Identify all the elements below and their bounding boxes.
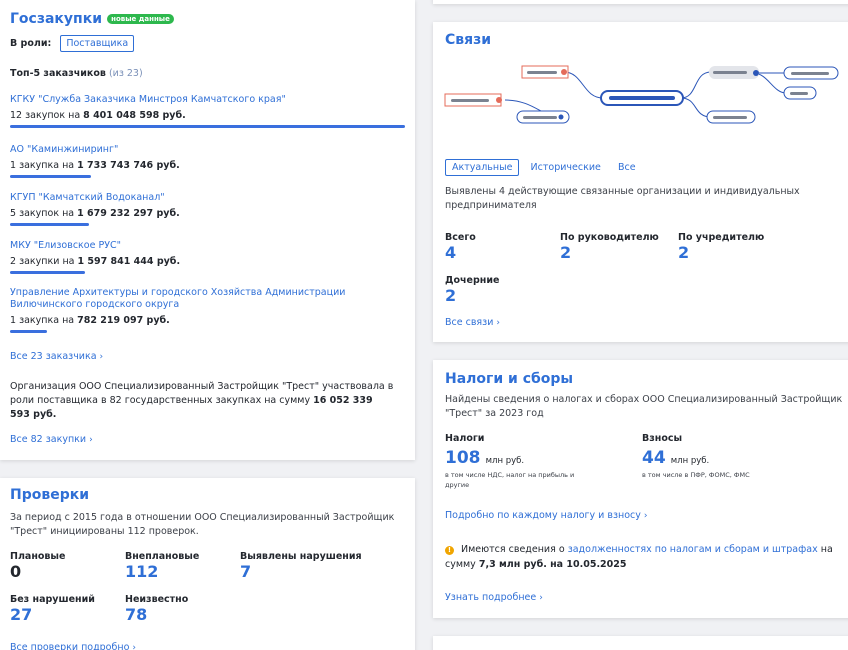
customer-name-link[interactable]: МКУ "Елизовское РУС" (10, 240, 370, 252)
top5-row: Топ-5 заказчиков (из 23) (10, 68, 143, 79)
tab-all[interactable]: Все (612, 160, 642, 175)
top-stub-card (433, 0, 848, 4)
role-value-button[interactable]: Поставщика (60, 35, 135, 52)
customer-amount-row: 1 закупка на 782 219 097 руб. (10, 315, 405, 326)
svyazi-stat-by-founder: По учредителю 2 (678, 232, 765, 262)
customer-amount: 1 733 743 746 руб. (77, 160, 180, 171)
customer-count: 1 закупка на (10, 160, 75, 171)
node-left-3[interactable] (516, 110, 570, 124)
top5-count: (из 23) (108, 68, 143, 79)
svyazi-stat-by-director: По руководителю 2 (560, 232, 659, 262)
customer-share-bar (10, 175, 92, 178)
connections-graph[interactable] (433, 60, 848, 130)
stat-violations: Выявлены нарушения 7 (240, 551, 362, 581)
node-left-1[interactable] (444, 93, 502, 107)
all-inspections-link[interactable]: Все проверки подробно › (10, 642, 136, 650)
tax-debt-warning: ! Имеются сведения о задолженностях по н… (445, 544, 833, 570)
customer-share-bar (10, 271, 86, 274)
nalogi-title[interactable]: Налоги и сборы (445, 371, 573, 387)
nalogi-card: Налоги и сборы Найдены сведения о налога… (433, 360, 848, 618)
stat-unknown: Неизвестно 78 (125, 594, 189, 624)
customer-share-bar (10, 223, 89, 226)
customer-amount-row: 1 закупка на 1 733 743 746 руб. (10, 160, 405, 171)
node-center[interactable] (600, 90, 684, 106)
tax-detail-link[interactable]: Подробно по каждому налогу и взносу › (445, 510, 648, 521)
customer-count: 1 закупка на (10, 315, 75, 326)
bottom-stub-card (433, 636, 848, 650)
customer-count: 5 закупок на (10, 208, 75, 219)
customer-name-link[interactable]: Управление Архитектуры и городского Хозя… (10, 287, 370, 311)
customer-item: КГУП "Камчатский Водоканал" 5 закупок на 1… (10, 192, 405, 226)
customer-amount: 782 219 097 руб. (77, 315, 170, 326)
customer-count: 12 закупок на (10, 110, 81, 121)
all-customers-link[interactable]: Все 23 заказчика › (10, 351, 103, 362)
top5-label: Топ-5 заказчиков (10, 68, 106, 79)
svyazi-stat-subsidiary: Дочерние 2 (445, 275, 500, 305)
node-right-1[interactable] (706, 110, 756, 124)
role-row: В роли: Поставщика (10, 35, 135, 52)
nalogi-text: Найдены сведения о налогах и сборах ООО … (445, 394, 843, 419)
customer-amount: 1 679 232 297 руб. (77, 208, 180, 219)
customer-share-bar (10, 330, 47, 333)
node-right-4[interactable] (783, 86, 817, 100)
node-right-3[interactable] (783, 66, 839, 80)
svyazi-title[interactable]: Связи (445, 32, 491, 48)
customer-item: МКУ "Елизовское РУС" 2 закупки на 1 597 84… (10, 240, 405, 274)
stat-unplanned: Внеплановые 112 (125, 551, 200, 581)
warning-icon: ! (445, 546, 454, 555)
customer-amount: 1 597 841 444 руб. (77, 256, 181, 267)
proverki-title[interactable]: Проверки (10, 487, 89, 503)
customer-name-link[interactable]: АО "Каминжиниринг" (10, 144, 370, 156)
goszakupki-card: Госзакупки новые данные В роли: Поставщи… (0, 0, 415, 460)
goszakupki-title[interactable]: Госзакупки (10, 11, 102, 27)
taxes-block: Налоги 108 млн руб. в том числе НДС, нал… (445, 433, 575, 489)
customer-amount: 8 401 048 598 руб. (83, 110, 186, 121)
proverki-text: За период с 2015 года в отношении ООО Сп… (10, 512, 395, 537)
stat-no-violations: Без нарушений 27 (10, 594, 95, 624)
new-data-badge: новые данные (107, 13, 174, 24)
node-right-2[interactable] (709, 66, 759, 79)
goszakupki-summary: Организация ООО Специализированный Застр… (10, 380, 395, 422)
svyazi-stat-total: Всего 4 (445, 232, 476, 262)
svyazi-text: Выявлены 4 действующие связанные организ… (445, 186, 800, 211)
customer-amount-row: 5 закупок на 1 679 232 297 руб. (10, 208, 405, 219)
tax-debt-link[interactable]: задолженностях по налогам и сборам и штр… (568, 544, 818, 555)
customer-name-link[interactable]: КГУП "Камчатский Водоканал" (10, 192, 370, 204)
all-purchases-link[interactable]: Все 82 закупки › (10, 434, 93, 445)
svyazi-tabs: Актуальные Исторические Все (445, 155, 642, 176)
role-label: В роли: (10, 38, 52, 49)
customer-amount-row: 12 закупок на 8 401 048 598 руб. (10, 110, 405, 121)
proverki-card: Проверки За период с 2015 года в отношен… (0, 478, 415, 650)
node-left-2[interactable] (521, 65, 569, 79)
learn-more-link[interactable]: Узнать подробнее › (445, 592, 543, 603)
tab-actual[interactable]: Актуальные (445, 159, 520, 176)
contributions-block: Взносы 44 млн руб. в том числе в ПФР, ФО… (642, 433, 750, 479)
customer-item: КГКУ "Служба Заказчика Минстроя Камчатск… (10, 94, 405, 128)
svyazi-card: Связи Актуальные Исторические Все Выявле… (433, 22, 848, 342)
customer-share-bar (10, 125, 405, 128)
customer-count: 2 закупки на (10, 256, 75, 267)
customer-amount-row: 2 закупки на 1 597 841 444 руб. (10, 256, 405, 267)
customer-item: АО "Каминжиниринг" 1 закупка на 1 733 743 … (10, 144, 405, 178)
goszakupki-header: Госзакупки новые данные (10, 8, 174, 27)
tab-historical[interactable]: Исторические (525, 160, 607, 175)
stat-planned: Плановые 0 (10, 551, 66, 581)
customer-name-link[interactable]: КГКУ "Служба Заказчика Минстроя Камчатск… (10, 94, 370, 106)
customer-item: Управление Архитектуры и городского Хозя… (10, 287, 405, 333)
all-connections-link[interactable]: Все связи › (445, 317, 500, 328)
